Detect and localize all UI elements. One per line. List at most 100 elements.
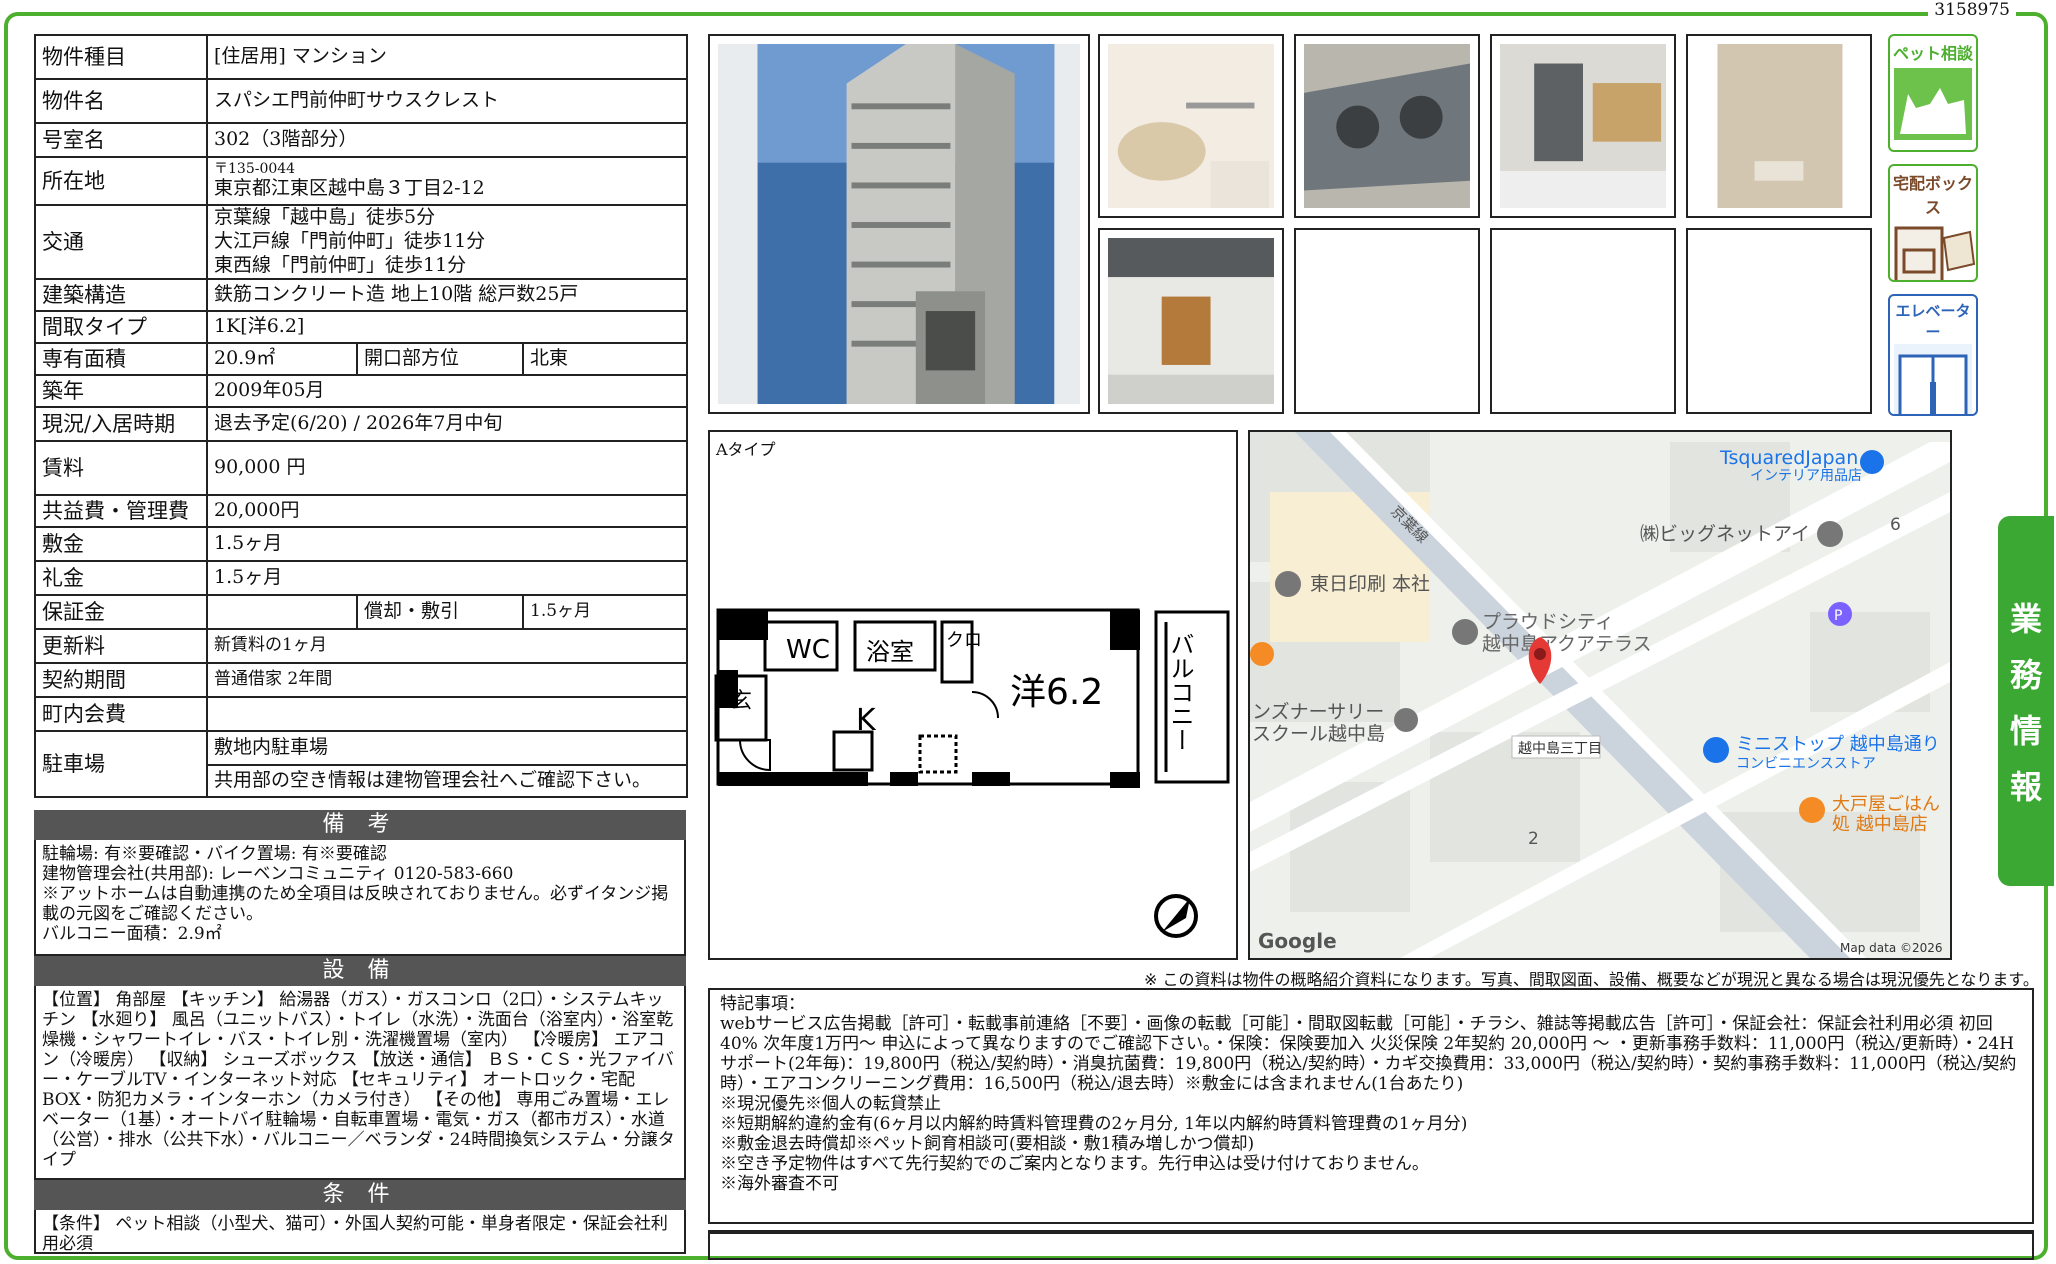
pet-icon [1894,68,1972,140]
footer-box [708,1230,2034,1260]
direction-value: 北東 [521,342,689,376]
elevator-label: エレベーター [1895,302,1971,341]
map-place-tsquared: TsquaredJapan [1719,447,1858,469]
empty-photo-slot [1686,228,1872,414]
special-notes-box: 特記事項： webサービス広告掲載［許可］・転載事前連絡［不要］・画像の転載［可… [708,988,2034,1224]
special-note-line: ※空き予定物件はすべて先行契約でのご案内となります。先行申込は受け付けておりませ… [720,1154,1429,1174]
remarks-line: 駐輪場: 有※要確認・バイク置場: 有※要確認 [42,844,387,864]
building-exterior-photo [708,34,1090,414]
renewal-label: 更新料 [34,628,208,664]
document-id: 3158975 [1928,0,2016,20]
type-value: [住居用] マンション [205,34,689,80]
mailbox-photo [1490,34,1676,218]
room-label: 洋6.2 [1010,672,1103,713]
tab-char: 情 [2009,712,2042,750]
map-parking-marker: P [1834,608,1842,624]
closet-label: クロ [946,630,982,651]
building-image [718,44,1080,405]
remarks-line: 建物管理会社(共用部): レーベンコミュニティ 0120-583-660 [42,864,514,884]
contract-label: 契約期間 [34,662,208,698]
bath-label: 浴室 [866,638,914,666]
balcony-label: バルコニー [1166,632,1194,752]
guarantee-label: 保証金 [34,594,208,630]
business-info-tab[interactable]: 業 務 情 報 [1998,516,2054,886]
delivery-box-badge: 宅配ボックス [1888,164,1978,282]
address-value: 東京都江東区越中島３丁目2-12 [214,176,485,199]
amort-value: 1.5ヶ月 [521,594,689,630]
pet-consultation-badge: ペット相談 [1888,34,1978,152]
key-money-label: 礼金 [34,560,208,596]
remarks-line: バルコニー面積：2.9㎡ [42,924,222,944]
special-note-line: ※現況優先※個人の転貸禁止 [720,1094,941,1114]
name-label: 物件名 [34,78,208,124]
map-place-ootoya-2: 処 越中島店 [1832,814,1928,835]
map-place-nursery-2: スクール越中島 [1252,723,1385,745]
key-money-value: 1.5ヶ月 [205,560,689,596]
entrance-photo [1098,228,1284,414]
transport-line: 東西線「門前仲町」徒歩11分 [214,253,467,276]
conditions-box: 【条件】 ペット相談（小型犬、猫可）・外国人契約可能・単身者限定・保証会社利用必… [34,1210,686,1254]
map-canvas[interactable]: 京葉線 TsquaredJapan インテリア用品店 ㈱ビッグネットアイ 6 東… [1250,432,1950,958]
name-value: スパシエ門前仲町サウスクレスト [205,78,689,124]
transport-line: 大江戸線「門前仲町」徒歩11分 [214,230,486,253]
wc-label: WC [786,635,830,665]
guarantee-value [206,594,358,630]
postal-code: 〒135-0044 [214,160,296,177]
structure-label: 建築構造 [34,278,208,312]
washbasin-image [1108,44,1274,209]
map-place-proud-2: 越中島アクアテラス [1482,633,1652,655]
laundry-image [1696,44,1862,209]
type-label: 物件種目 [34,34,208,80]
empty-photo-slot [1294,228,1480,414]
kitchen-label: K [856,703,877,738]
deposit-value: 1.5ヶ月 [205,526,689,562]
room-value: 302（3階部分） [205,122,689,158]
room-label: 号室名 [34,122,208,158]
disclaimer-note: ※ この資料は物件の概略紹介資料になります。写真、間取図面、設備、概要などが現況… [1144,970,2039,989]
parking-label: 駐車場 [34,730,208,798]
built-value: 2009年05月 [205,374,689,408]
direction-label: 開口部方位 [356,342,524,376]
map-place-nursery-1: ンズナーサリー [1252,701,1384,723]
kitchen-stove-photo [1294,34,1480,218]
address-cell: 〒135-0044 東京都江東区越中島３丁目2-12 [205,156,689,206]
fee-label: 共益費・管理費 [34,494,208,528]
entrance-image [1108,238,1274,404]
renewal-value: 新賃料の1ヶ月 [205,628,689,664]
equipment-box: 【位置】 角部屋 【キッチン】 給湯器（ガス）・ガスコンロ（2口）・システムキッ… [34,986,686,1180]
transport-line: 京葉線「越中島」徒歩5分 [214,206,436,229]
map-place-ootoya-1: 大戸屋ごはん [1832,794,1940,815]
google-logo: Google [1258,929,1337,953]
map-block-2: 2 [1528,829,1539,849]
delivery-box-label: 宅配ボックス [1892,174,1973,217]
community-label: 町内会費 [34,696,208,732]
washbasin-photo [1098,34,1284,218]
tab-char: 務 [2009,656,2042,694]
map-place-tonichi: 東日印刷 本社 [1310,573,1430,595]
built-label: 築年 [34,374,208,408]
floorplan-drawing: WC 浴室 クロ 洋6.2 K 玄 バルコニー [714,608,1230,938]
amort-label: 償却・敷引 [356,594,524,630]
map-place-bignet: ㈱ビッグネットアイ [1640,523,1810,545]
remarks-line: ※アットホームは自動連携のため全項目は反映されておりません。必ずイタンジ掲載の元… [42,884,669,924]
elevator-icon [1894,344,1972,414]
special-note-line: ※短期解約違約金有(6ヶ月以内解約時賃料管理費の2ヶ月分, 1年以内解約時賃料管… [720,1114,1468,1134]
location-map[interactable]: 京葉線 TsquaredJapan インテリア用品店 ㈱ビッグネットアイ 6 東… [1248,430,1952,960]
parking-value: 敷地内駐車場 [205,730,689,766]
area-label: 専有面積 [34,342,208,376]
tab-char: 業 [2009,600,2042,638]
community-value [205,696,689,732]
map-crossing-label: 越中島三丁目 [1518,741,1602,757]
area-value: 20.9㎡ [206,342,358,376]
tab-char: 報 [2009,768,2042,806]
contract-value: 普通借家 2年間 [205,662,689,698]
structure-value: 鉄筋コンクリート造 地上10階 総戸数25戸 [205,278,689,312]
elevator-badge: エレベーター [1888,294,1978,416]
address-label: 所在地 [34,156,208,206]
layout-value: 1K[洋6.2] [205,310,689,344]
stove-image [1304,44,1470,209]
transport-cell: 京葉線「越中島」徒歩5分 大江戸線「門前仲町」徒歩11分 東西線「門前仲町」徒歩11… [205,204,689,280]
empty-photo-slot [1490,228,1676,414]
layout-label: 間取タイプ [34,310,208,344]
parking-note: 共用部の空き情報は建物管理会社へご確認下さい。 [205,764,689,798]
